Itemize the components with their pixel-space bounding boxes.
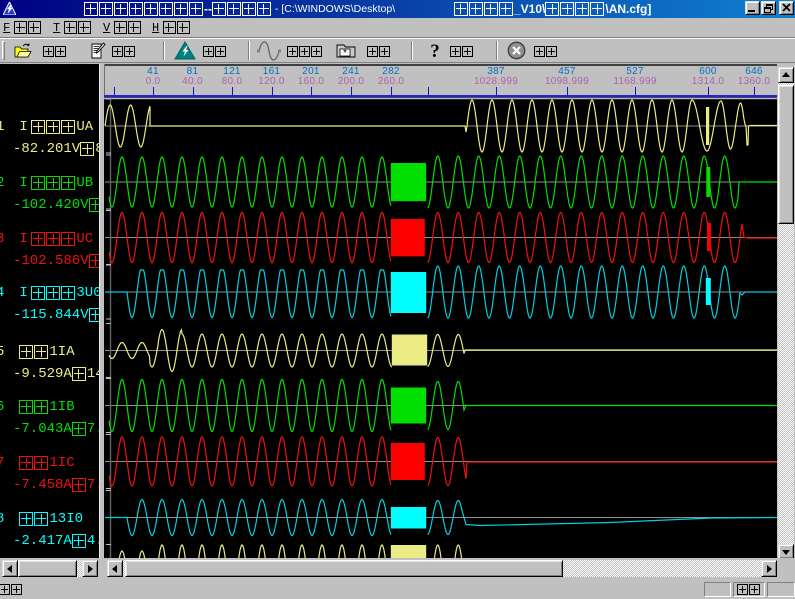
svg-text:?: ? xyxy=(430,41,440,59)
svg-text:*: * xyxy=(343,48,347,59)
